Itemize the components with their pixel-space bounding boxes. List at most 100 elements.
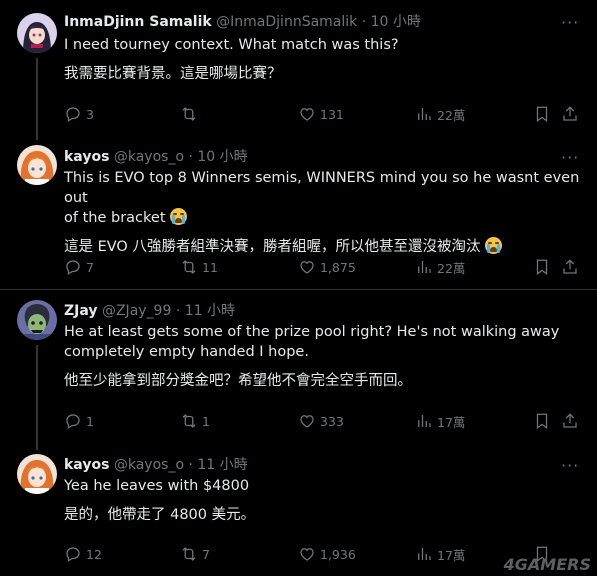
- timestamp[interactable]: · 10 小時: [188, 149, 247, 165]
- user-handle[interactable]: @InmaDjinnSamalik: [216, 14, 357, 30]
- reply-count: 1: [86, 413, 94, 429]
- retweet-icon: [182, 414, 196, 428]
- timestamp[interactable]: · 11 小時: [188, 457, 247, 473]
- display-name[interactable]: kayos: [64, 149, 109, 165]
- bookmark-button[interactable]: [533, 104, 551, 124]
- tweet-text-line: completely empty handed I hope.: [64, 344, 309, 360]
- retweet-count: 11: [202, 259, 218, 275]
- tweet-text-line: I need tourney context. What match was t…: [64, 37, 399, 53]
- timestamp[interactable]: · 11 小時: [176, 303, 235, 319]
- share-icon: [563, 259, 577, 274]
- tweet-1[interactable]: InmaDjinn Samalik @InmaDjinnSamalik · 10…: [0, 0, 597, 140]
- views-button[interactable]: 22萬: [415, 104, 465, 124]
- reply-button[interactable]: 12: [64, 544, 102, 564]
- bookmark-button[interactable]: [533, 257, 551, 277]
- share-button[interactable]: [561, 257, 579, 277]
- bookmark-icon: [536, 106, 548, 123]
- share-icon: [563, 106, 577, 121]
- reply-icon: [66, 260, 80, 275]
- share-button[interactable]: [561, 411, 579, 431]
- reply-button[interactable]: 1: [64, 411, 94, 431]
- retweet-button[interactable]: 11: [180, 257, 218, 277]
- like-button[interactable]: 131: [298, 104, 344, 124]
- bookmark-icon: [536, 259, 548, 276]
- views-icon: [418, 415, 431, 427]
- reply-count: 7: [86, 259, 94, 275]
- avatar-zjay[interactable]: [17, 300, 57, 340]
- action-bar: 3 131 22萬: [64, 104, 580, 124]
- tweet-text: He at least gets some of the prize pool …: [64, 322, 584, 391]
- thread-line: [36, 345, 38, 450]
- tweet-text-line: 我需要比賽背景。這是哪場比賽？: [64, 66, 282, 82]
- tweet-text-line: This is EVO top 8 Winners semis, WINNERS…: [64, 170, 580, 206]
- action-bar: 1 1 333 17萬: [64, 411, 580, 431]
- user-handle[interactable]: @kayos_o: [114, 457, 184, 473]
- views-count: 22萬: [437, 260, 466, 276]
- more-icon[interactable]: ···: [561, 15, 579, 35]
- tweet-text-line: 是的，他帶走了 4800 美元。: [64, 507, 256, 523]
- tweet-text: I need tourney context. What match was t…: [64, 35, 584, 84]
- retweet-icon: [182, 547, 196, 561]
- tweet-header: ZJay @ZJay_99 · 11 小時: [64, 302, 235, 320]
- avatar-kayos[interactable]: [17, 145, 57, 185]
- tweet-header: kayos @kayos_o · 10 小時: [64, 148, 248, 166]
- like-button[interactable]: 333: [298, 411, 344, 431]
- loudly-crying-face-emoji: [170, 208, 188, 225]
- display-name[interactable]: kayos: [64, 457, 109, 473]
- views-count: 22萬: [437, 107, 466, 123]
- timestamp[interactable]: · 10 小時: [362, 14, 421, 30]
- action-bar: 12 7 1,936 17萬: [64, 544, 580, 564]
- views-button[interactable]: 17萬: [415, 411, 465, 431]
- like-button[interactable]: 1,936: [298, 544, 356, 564]
- tweet-3[interactable]: ZJay @ZJay_99 · 11 小時 He at least gets s…: [0, 290, 597, 450]
- tweet-2[interactable]: kayos @kayos_o · 10 小時 ··· This is EVO t…: [0, 140, 597, 288]
- reply-count: 12: [86, 546, 102, 562]
- like-count: 1,936: [320, 546, 356, 562]
- reply-button[interactable]: 7: [64, 257, 94, 277]
- like-icon: [300, 108, 314, 121]
- tweet-header: InmaDjinn Samalik @InmaDjinnSamalik · 10…: [64, 13, 421, 31]
- reply-icon: [66, 547, 80, 562]
- tweet-text-fragment: of the bracket: [64, 210, 166, 226]
- tweet-text-fragment: 這是 EVO 八強勝者組準決賽，勝者組喔，所以他甚至還沒被淘汰: [64, 239, 481, 255]
- tweet-text: Yea he leaves with $4800 是的，他帶走了 4800 美元…: [64, 476, 584, 525]
- user-handle[interactable]: @kayos_o: [114, 149, 184, 165]
- share-button[interactable]: [561, 104, 579, 124]
- bookmark-button[interactable]: [533, 411, 551, 431]
- loudly-crying-face-emoji: [485, 237, 503, 254]
- user-handle[interactable]: @ZJay_99: [102, 303, 171, 319]
- reply-icon: [66, 107, 80, 122]
- reply-count: 3: [86, 106, 94, 122]
- views-count: 17萬: [437, 414, 466, 430]
- views-count: 17萬: [437, 547, 466, 563]
- watermark-logo: 4GAMERS: [503, 555, 591, 574]
- views-icon: [418, 261, 431, 273]
- retweet-count: 7: [202, 546, 210, 562]
- like-count: 1,875: [320, 259, 356, 275]
- retweet-button[interactable]: [180, 104, 202, 124]
- reply-button[interactable]: 3: [64, 104, 94, 124]
- display-name[interactable]: InmaDjinn Samalik: [64, 14, 212, 30]
- tweet-text-line: He at least gets some of the prize pool …: [64, 324, 560, 340]
- action-bar: 7 11 1,875 22萬: [64, 257, 580, 277]
- retweet-icon: [182, 260, 196, 274]
- avatar-inmadjinn[interactable]: [17, 13, 57, 53]
- tweet-text-line: 他至少能拿到部分獎金吧？希望他不會完全空手而回。: [64, 373, 412, 389]
- display-name[interactable]: ZJay: [64, 303, 98, 319]
- retweet-button[interactable]: 7: [180, 544, 210, 564]
- tweet-text: This is EVO top 8 Winners semis, WINNERS…: [64, 168, 584, 257]
- like-icon: [300, 548, 314, 561]
- views-button[interactable]: 17萬: [415, 544, 465, 564]
- retweet-icon: [182, 107, 196, 121]
- views-icon: [418, 108, 431, 120]
- tweet-text-line: of the bracket: [64, 208, 584, 228]
- like-icon: [300, 415, 314, 428]
- avatar-kayos[interactable]: [17, 454, 57, 494]
- like-button[interactable]: 1,875: [298, 257, 356, 277]
- reply-icon: [66, 414, 80, 429]
- views-button[interactable]: 22萬: [415, 257, 465, 277]
- share-icon: [563, 413, 577, 428]
- thread-line: [36, 58, 38, 140]
- tweet-header: kayos @kayos_o · 11 小時: [64, 456, 248, 474]
- retweet-button[interactable]: 1: [180, 411, 210, 431]
